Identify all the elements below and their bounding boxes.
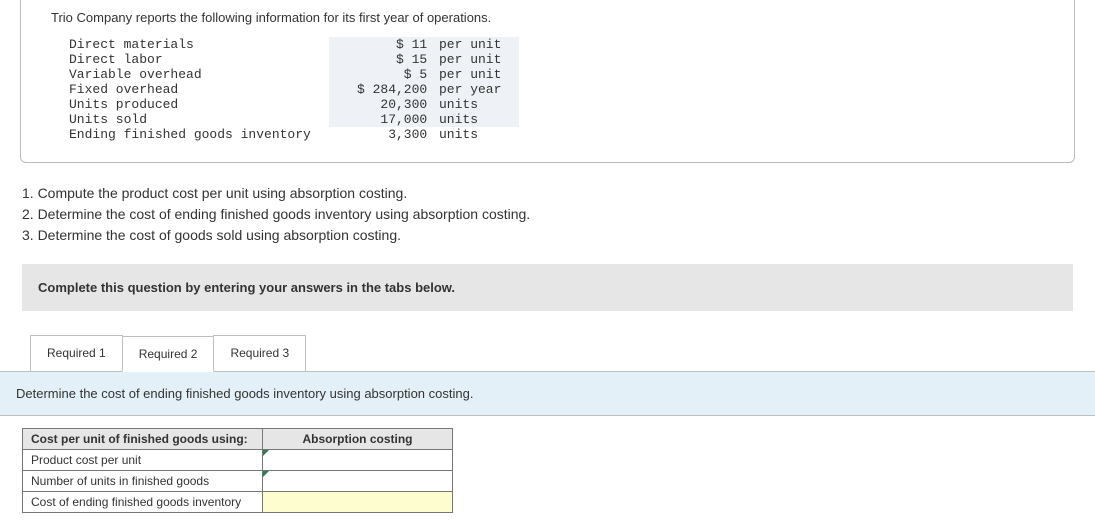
edit-marker-icon	[263, 471, 269, 477]
input-product-cost[interactable]	[263, 450, 453, 471]
row-product-cost-label: Product cost per unit	[23, 450, 263, 471]
intro-text: Trio Company reports the following infor…	[51, 10, 1044, 25]
data-value: 3,300	[329, 127, 439, 142]
data-unit: per unit	[439, 67, 519, 82]
input-ending-cost[interactable]	[263, 492, 453, 513]
data-row: Fixed overhead$ 284,200 per year	[69, 82, 519, 97]
edit-marker-icon	[263, 450, 269, 456]
data-value: 20,300	[329, 97, 439, 112]
data-value: $ 5	[329, 67, 439, 82]
data-label: Variable overhead	[69, 67, 329, 82]
question-2: 2. Determine the cost of ending finished…	[22, 204, 1073, 225]
data-row: Ending finished goods inventory3,300 uni…	[69, 127, 519, 142]
data-label: Direct labor	[69, 52, 329, 67]
question-3: 3. Determine the cost of goods sold usin…	[22, 225, 1073, 246]
answer-table: Cost per unit of finished goods using: A…	[22, 428, 453, 513]
data-label: Units sold	[69, 112, 329, 127]
data-label: Fixed overhead	[69, 82, 329, 97]
input-units[interactable]	[263, 471, 453, 492]
data-value: 17,000	[329, 112, 439, 127]
data-value: $ 11	[329, 37, 439, 52]
data-row: Direct materials$ 11 per unit	[69, 37, 519, 52]
tab-required-1[interactable]: Required 1	[30, 335, 123, 371]
question-list: 1. Compute the product cost per unit usi…	[22, 183, 1073, 246]
question-1: 1. Compute the product cost per unit usi…	[22, 183, 1073, 204]
answer-header-2: Absorption costing	[263, 429, 453, 450]
data-row: Units sold17,000 units	[69, 112, 519, 127]
data-unit: units	[439, 127, 519, 142]
data-unit: units	[439, 97, 519, 112]
data-unit: units	[439, 112, 519, 127]
row-units-label: Number of units in finished goods	[23, 471, 263, 492]
data-unit: per unit	[439, 37, 519, 52]
data-row: Units produced20,300 units	[69, 97, 519, 112]
row-ending-cost-label: Cost of ending finished goods inventory	[23, 492, 263, 513]
answer-header-1: Cost per unit of finished goods using:	[23, 429, 263, 450]
instruction-bar: Complete this question by entering your …	[22, 264, 1073, 311]
data-label: Ending finished goods inventory	[69, 127, 329, 142]
data-row: Variable overhead$ 5 per unit	[69, 67, 519, 82]
tab-prompt: Determine the cost of ending finished go…	[0, 371, 1095, 416]
given-data-table: Direct materials$ 11 per unitDirect labo…	[69, 37, 519, 142]
data-unit: per year	[439, 82, 519, 97]
tab-required-2[interactable]: Required 2	[122, 336, 215, 372]
problem-statement-box: Trio Company reports the following infor…	[20, 0, 1075, 163]
data-label: Units produced	[69, 97, 329, 112]
tab-strip: Required 1 Required 2 Required 3	[30, 335, 1095, 371]
data-row: Direct labor$ 15 per unit	[69, 52, 519, 67]
tab-required-3[interactable]: Required 3	[213, 335, 306, 371]
data-unit: per unit	[439, 52, 519, 67]
data-value: $ 284,200	[329, 82, 439, 97]
data-value: $ 15	[329, 52, 439, 67]
data-label: Direct materials	[69, 37, 329, 52]
